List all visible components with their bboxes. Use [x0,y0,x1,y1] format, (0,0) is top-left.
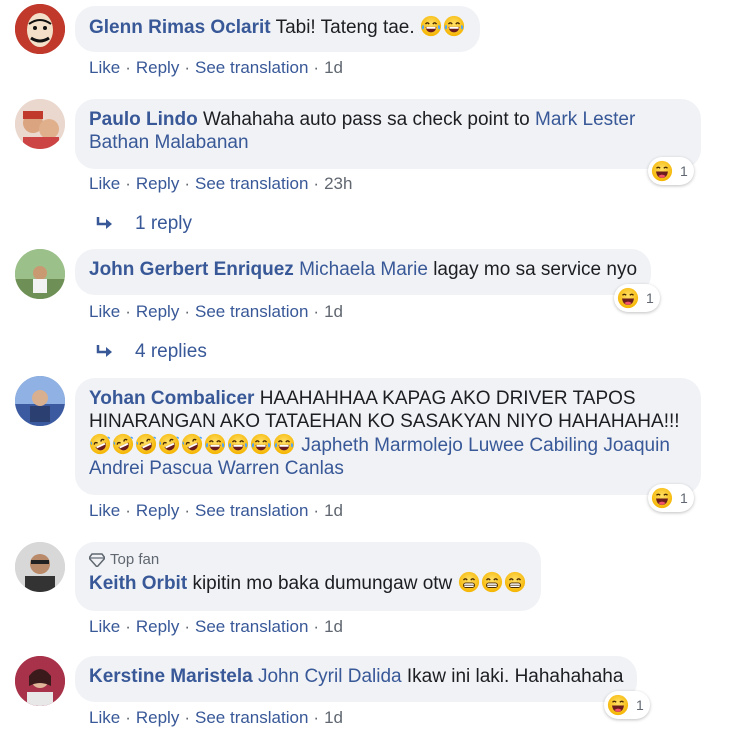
avatar[interactable] [15,4,65,54]
view-replies-link[interactable]: 1 reply [95,213,192,235]
haha-reaction-icon [617,287,639,309]
reaction-summary[interactable]: 1 [604,691,650,719]
avatar[interactable] [15,99,65,149]
comment-time[interactable]: 23h [324,174,352,193]
comment-time[interactable]: 1d [324,708,343,727]
reply-link[interactable]: Reply [136,617,179,636]
haha-reaction-icon [607,694,629,716]
comment-text: Wahahaha auto pass sa check point to [203,109,530,130]
reaction-summary[interactable]: 1 [614,284,660,312]
mention-link[interactable]: John Cyril Dalida [258,666,402,687]
comment-time[interactable]: 1d [324,302,343,321]
tears-of-joy-emoji-icon [420,15,442,37]
comment-text: lagay mo sa service nyo [433,259,638,280]
see-translation-link[interactable]: See translation [195,708,308,727]
reply-arrow-icon [95,342,115,362]
like-link[interactable]: Like [89,174,120,193]
comment-actions: Like · Reply · See translation · 1d [89,708,343,727]
avatar[interactable] [15,656,65,706]
rofl-emoji-icon [158,433,180,455]
comment-author[interactable]: Glenn Rimas Oclarit [89,17,271,38]
reply-link[interactable]: Reply [136,58,179,77]
comment-bubble: Kerstine Maristela John Cyril Dalida Ika… [75,656,638,702]
tears-of-joy-emoji-icon [273,433,295,455]
rofl-emoji-icon [89,433,111,455]
comment-actions: Like · Reply · See translation · 1d [89,617,343,636]
mention-link[interactable]: Michaela Marie [299,259,428,280]
comment-actions: Like · Reply · See translation · 1d [89,58,343,77]
see-translation-link[interactable]: See translation [195,58,308,77]
comment-time[interactable]: 1d [324,617,343,636]
tears-of-joy-emoji-icon [227,433,249,455]
comment-bubble: John Gerbert Enriquez Michaela Marie lag… [75,249,652,295]
rofl-emoji-icon [181,433,203,455]
grin-emoji-icon [481,571,503,593]
reply-link[interactable]: Reply [136,174,179,193]
comment-author[interactable]: Kerstine Maristela [89,666,253,687]
avatar[interactable] [15,376,65,426]
grin-emoji-icon [504,571,526,593]
comment-time[interactable]: 1d [324,501,343,520]
comment-author[interactable]: Yohan Combalicer [89,388,254,409]
see-translation-link[interactable]: See translation [195,174,308,193]
comment-actions: Like · Reply · See translation · 1d [89,501,343,520]
like-link[interactable]: Like [89,708,120,727]
see-translation-link[interactable]: See translation [195,501,308,520]
reply-arrow-icon [95,214,115,234]
mention-link[interactable]: Luwee Cabiling [468,435,598,456]
tears-of-joy-emoji-icon [250,433,272,455]
comment-text: kipitin mo baka dumungaw otw [192,573,453,594]
view-replies-link[interactable]: 4 replies [95,341,207,363]
avatar[interactable] [15,249,65,299]
comment-time[interactable]: 1d [324,58,343,77]
rofl-emoji-icon [112,433,134,455]
diamond-icon [89,553,105,567]
haha-reaction-icon [651,160,673,182]
grin-emoji-icon [458,571,480,593]
rofl-emoji-icon [135,433,157,455]
haha-reaction-icon [651,487,673,509]
top-fan-badge: Top fan [89,551,527,569]
comment-actions: Like · Reply · See translation · 23h [89,174,353,193]
comment-bubble: Glenn Rimas Oclarit Tabi! Tateng tae. [75,6,480,52]
comment-author[interactable]: Paulo Lindo [89,109,198,130]
comment-bubble: Top fan Keith Orbit kipitin mo baka dumu… [75,542,541,611]
reaction-summary[interactable]: 1 [648,484,694,512]
comment-actions: Like · Reply · See translation · 1d [89,302,343,321]
comment-author[interactable]: John Gerbert Enriquez [89,259,294,280]
reply-link[interactable]: Reply [136,501,179,520]
mention-link[interactable]: Japheth Marmolejo [301,435,463,456]
like-link[interactable]: Like [89,302,120,321]
reaction-summary[interactable]: 1 [648,157,694,185]
reply-link[interactable]: Reply [136,708,179,727]
comment-text: Ikaw ini laki. Hahahahaha [406,666,624,687]
like-link[interactable]: Like [89,617,120,636]
see-translation-link[interactable]: See translation [195,617,308,636]
comment-bubble: Paulo Lindo Wahahaha auto pass sa check … [75,99,701,169]
mention-link[interactable]: Warren Canlas [218,458,344,479]
avatar[interactable] [15,542,65,592]
tears-of-joy-emoji-icon [204,433,226,455]
like-link[interactable]: Like [89,58,120,77]
see-translation-link[interactable]: See translation [195,302,308,321]
comment-bubble: Yohan Combalicer HAAHAHHAA KAPAG AKO DRI… [75,378,701,495]
comment-author[interactable]: Keith Orbit [89,573,187,594]
like-link[interactable]: Like [89,501,120,520]
reply-link[interactable]: Reply [136,302,179,321]
comment-text: Tabi! Tateng tae. [275,17,415,38]
tears-of-joy-emoji-icon [443,15,465,37]
